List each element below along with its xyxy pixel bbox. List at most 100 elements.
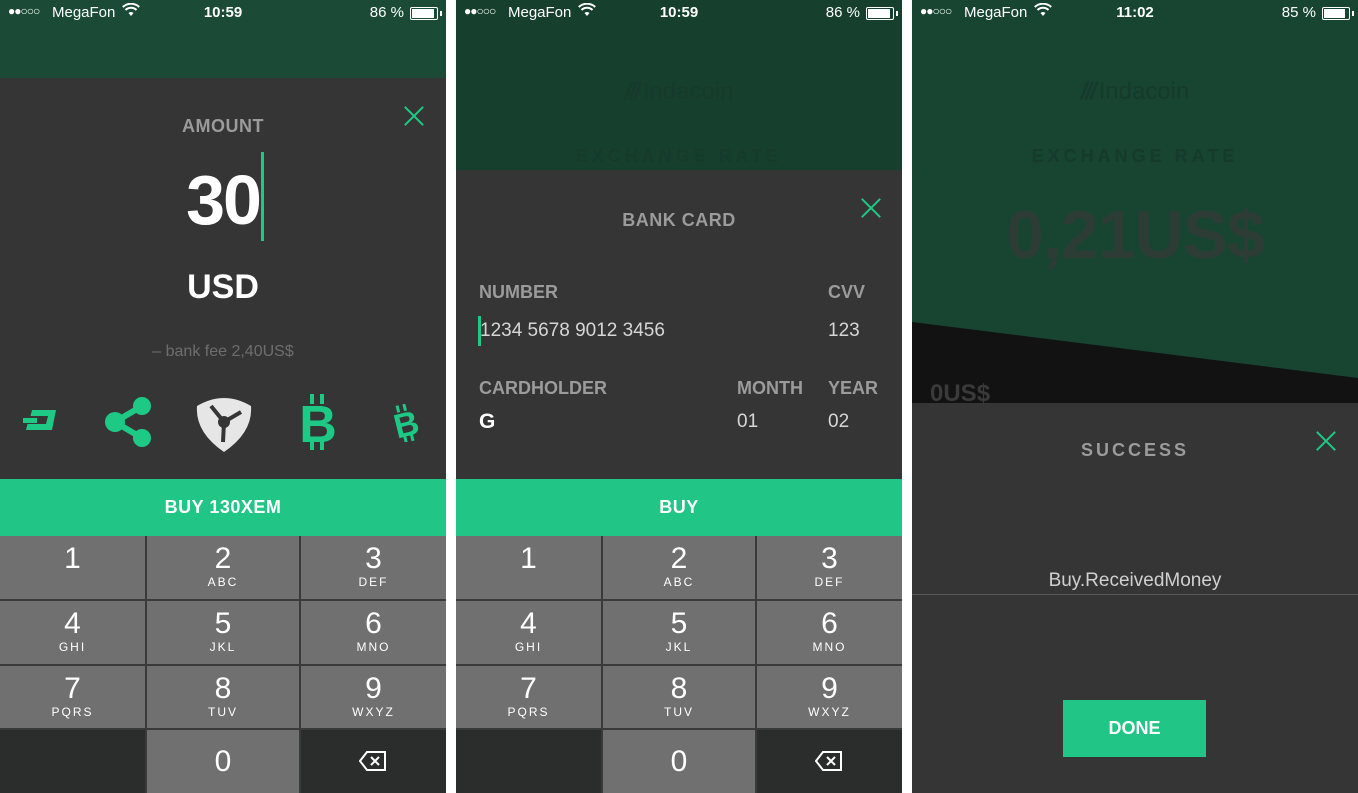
- battery-tip: [440, 11, 442, 16]
- amount-screen: ●●○○○ MegaFon 10:59 86 % AMOUNT 30 USD –…: [0, 0, 446, 793]
- key-letters: PQRS: [51, 705, 94, 719]
- key-8[interactable]: 8 TUV: [147, 666, 299, 728]
- month-input[interactable]: 01: [737, 411, 758, 433]
- key-4[interactable]: 4 GHI: [0, 601, 145, 664]
- key-letters: ABC: [663, 575, 695, 589]
- cvv-input[interactable]: 123: [828, 320, 860, 342]
- indacoin-logo: ///Indacoin: [456, 78, 902, 106]
- key-empty: [456, 730, 601, 793]
- key-digit: 7: [64, 672, 81, 705]
- key-letters: TUV: [664, 705, 694, 719]
- key-8[interactable]: 8 TUV: [603, 666, 755, 728]
- cardholder-label: CARDHOLDER: [479, 378, 607, 398]
- logo-text: Indacoin: [642, 78, 734, 105]
- battery-percent: 86 %: [825, 4, 860, 21]
- key-digit: 5: [214, 607, 232, 640]
- status-bar: ●●○○○ MegaFon 10:59 86 %: [456, 0, 902, 26]
- key-digit: 2: [670, 542, 688, 575]
- bank-fee: – bank fee 2,40US$: [152, 343, 294, 360]
- key-4[interactable]: 4 GHI: [456, 601, 601, 664]
- key-digit: 9: [821, 672, 838, 705]
- logo-mark: ///: [624, 78, 641, 105]
- text-cursor: [261, 152, 264, 241]
- numeric-keypad: 1 2 ABC 3 DEF 4 GHI 5 JKL 6 MNO 7 PQRS 8 TUV 9W…: [456, 536, 902, 793]
- key-0[interactable]: 0: [147, 730, 299, 793]
- exchange-rate-label: EXCHANGE RATE: [575, 146, 783, 166]
- buy-button[interactable]: BUY: [456, 479, 902, 536]
- key-letters: WXYZ: [352, 705, 395, 719]
- bank-card-screen: ●●○○○ MegaFon 10:59 86 % ///Indacoin EXC…: [456, 0, 902, 793]
- key-7[interactable]: 7 PQRS: [0, 666, 145, 728]
- key-6[interactable]: 6 MNO: [757, 601, 902, 664]
- close-icon[interactable]: [860, 197, 882, 219]
- year-label: YEAR: [828, 378, 879, 398]
- key-3[interactable]: 3 DEF: [757, 536, 902, 599]
- divider: [912, 594, 1358, 595]
- key-2[interactable]: 2 ABC: [147, 536, 299, 599]
- key-digit: 3: [365, 542, 382, 575]
- indacoin-logo: ///Indacoin: [912, 78, 1358, 106]
- battery-icon: [410, 7, 438, 20]
- bitcoin-cash-icon[interactable]: B: [390, 404, 422, 442]
- buy-button[interactable]: BUY 130XEM: [0, 479, 446, 536]
- backspace-key[interactable]: [757, 730, 902, 793]
- key-9[interactable]: 9 WXYZ: [757, 666, 902, 728]
- key-digit: 1: [520, 542, 537, 575]
- sheet-title: BANK CARD: [622, 210, 736, 230]
- battery-percent: 85 %: [1281, 4, 1316, 21]
- success-title: SUCCESS: [1080, 440, 1190, 460]
- numeric-keypad: 1 2 ABC 3 DEF 4 GHI 5 JKL 6 MNO 7 PQRS 8 TUV 9W…: [0, 536, 446, 793]
- key-letters: WXYZ: [808, 705, 851, 719]
- key-9[interactable]: 9 WXYZ: [301, 666, 446, 728]
- key-7[interactable]: 7 PQRS: [456, 666, 601, 728]
- battery-tip: [1352, 11, 1354, 16]
- month-label: MONTH: [737, 378, 803, 398]
- partial-amount: 0US$: [930, 380, 991, 403]
- key-digit: 2: [214, 542, 232, 575]
- key-1[interactable]: 1: [456, 536, 601, 599]
- year-input[interactable]: 02: [828, 411, 849, 433]
- bitcoin-icon[interactable]: B: [296, 394, 340, 450]
- battery-icon: [866, 7, 894, 20]
- backspace-icon: [815, 751, 842, 771]
- battery-fill: [868, 9, 890, 18]
- backspace-key[interactable]: [301, 730, 446, 793]
- key-letters: MNO: [356, 640, 391, 654]
- key-1[interactable]: 1: [0, 536, 145, 599]
- battery-icon: [1322, 7, 1350, 20]
- card-number-input[interactable]: 1234 5678 9012 3456: [480, 320, 665, 342]
- battery-fill: [1324, 9, 1345, 18]
- ripple-icon[interactable]: [104, 396, 154, 448]
- exchange-rate-label: EXCHANGE RATE: [1031, 146, 1239, 166]
- key-letters: TUV: [208, 705, 238, 719]
- key-digit: 4: [64, 607, 81, 640]
- amount-label: AMOUNT: [182, 116, 264, 136]
- done-button[interactable]: DONE: [1063, 700, 1206, 757]
- key-2[interactable]: 2 ABC: [603, 536, 755, 599]
- key-5[interactable]: 5 JKL: [147, 601, 299, 664]
- nem-icon[interactable]: [193, 392, 255, 454]
- key-digit: 8: [670, 672, 688, 705]
- success-message: Buy.ReceivedMoney: [1048, 570, 1222, 591]
- key-digit: 6: [365, 607, 382, 640]
- key-0[interactable]: 0: [603, 730, 755, 793]
- dash-icon[interactable]: [22, 408, 60, 436]
- key-5[interactable]: 5 JKL: [603, 601, 755, 664]
- key-digit: 1: [64, 542, 81, 575]
- cardholder-input[interactable]: G: [479, 410, 495, 434]
- key-3[interactable]: 3 DEF: [301, 536, 446, 599]
- battery-fill: [412, 9, 434, 18]
- key-letters: PQRS: [507, 705, 550, 719]
- currency-label[interactable]: USD: [0, 268, 446, 307]
- key-empty: [0, 730, 145, 793]
- exchange-rate-value: 0,21US$: [1006, 197, 1265, 273]
- amount-input[interactable]: 30: [0, 160, 446, 240]
- key-letters: DEF: [358, 575, 389, 589]
- status-bar: ●●○○○ MegaFon 11:02 85 %: [912, 0, 1358, 26]
- svg-text:B: B: [299, 396, 337, 450]
- cvv-label: CVV: [828, 282, 866, 302]
- key-letters: DEF: [814, 575, 845, 589]
- key-letters: ABC: [207, 575, 239, 589]
- battery-tip: [896, 11, 898, 16]
- key-6[interactable]: 6 MNO: [301, 601, 446, 664]
